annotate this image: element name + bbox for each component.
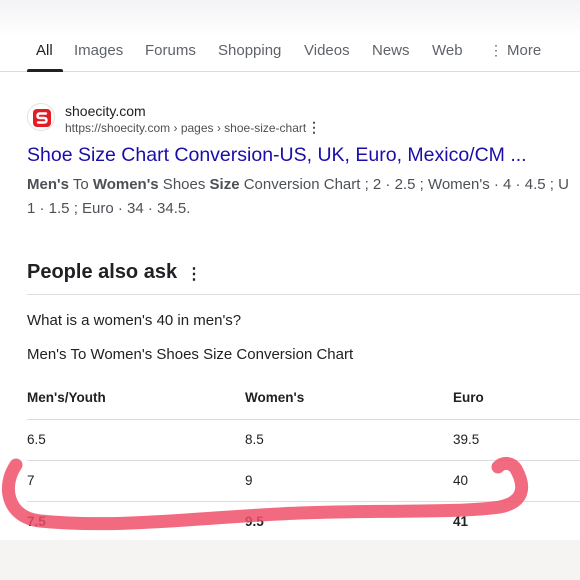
table-cell: 8.5 (245, 432, 264, 447)
tab-web[interactable]: Web (432, 42, 463, 59)
site-name[interactable]: shoecity.com (65, 103, 146, 119)
tab-images[interactable]: Images (74, 42, 123, 59)
conversion-table: Men's/Youth Women's Euro 6.5 8.5 39.5 7 … (27, 378, 580, 543)
column-header: Euro (453, 390, 484, 405)
table-cell: 9.5 (245, 514, 264, 529)
people-also-ask-heading: People also ask (27, 261, 178, 283)
snippet-line-2: 1 · 1.5 ; Euro · 34 · 34.5. (27, 200, 191, 217)
tab-forums[interactable]: Forums (145, 42, 196, 59)
snippet-text: Shoes (158, 176, 210, 193)
divider (27, 294, 580, 295)
result-options-icon[interactable]: ⋮ (307, 119, 321, 136)
snippet-text: Conversion Chart ; 2 · 2.5 ; Women's · 4… (239, 176, 569, 193)
top-fade (0, 0, 580, 36)
paa-question[interactable]: What is a women's 40 in men's? (27, 312, 241, 329)
snippet-line-1: Men's To Women's Shoes Size Conversion C… (27, 173, 580, 197)
tab-shopping[interactable]: Shopping (218, 42, 281, 59)
paa-options-icon[interactable]: ⋮ (186, 264, 202, 284)
tab-all[interactable]: All (36, 42, 53, 59)
column-header: Women's (245, 390, 305, 405)
site-url[interactable]: https://shoecity.com › pages › shoe-size… (65, 121, 306, 135)
table-cell: 6.5 (27, 432, 46, 447)
vertical-dots-icon: ⋮ (489, 42, 503, 58)
table-cell: 41 (453, 514, 469, 529)
bottom-fade (0, 540, 580, 580)
tab-videos[interactable]: Videos (304, 42, 350, 59)
table-cell: 9 (245, 473, 253, 488)
tab-more-label: More (507, 42, 542, 59)
table-cell: 7 (27, 473, 35, 488)
table-cell: 39.5 (453, 432, 480, 447)
result-title-link[interactable]: Shoe Size Chart Conversion-US, UK, Euro,… (27, 144, 527, 167)
snippet-term: Women's (92, 176, 159, 193)
column-header: Men's/Youth (27, 390, 106, 405)
tab-news[interactable]: News (372, 42, 410, 59)
tab-more[interactable]: ⋮ More (489, 42, 541, 59)
search-tabs: All Images Forums Shopping Videos News W… (0, 36, 580, 72)
table-row: 6.5 8.5 39.5 (27, 420, 580, 461)
result-snippet: Men's To Women's Shoes Size Conversion C… (27, 173, 580, 221)
table-header-row: Men's/Youth Women's Euro (27, 378, 580, 420)
shoecity-logo-icon[interactable] (27, 103, 55, 131)
snippet-text: To (68, 176, 93, 193)
snippet-term: Size (209, 176, 240, 193)
table-row: 7 9 40 (27, 461, 580, 502)
answer-title: Men's To Women's Shoes Size Conversion C… (27, 346, 354, 363)
active-tab-indicator (27, 69, 63, 72)
table-cell: 40 (453, 473, 469, 488)
table-cell: 7.5 (27, 514, 46, 529)
snippet-term: Men's (27, 176, 69, 193)
table-row: 7.5 9.5 41 (27, 502, 580, 543)
